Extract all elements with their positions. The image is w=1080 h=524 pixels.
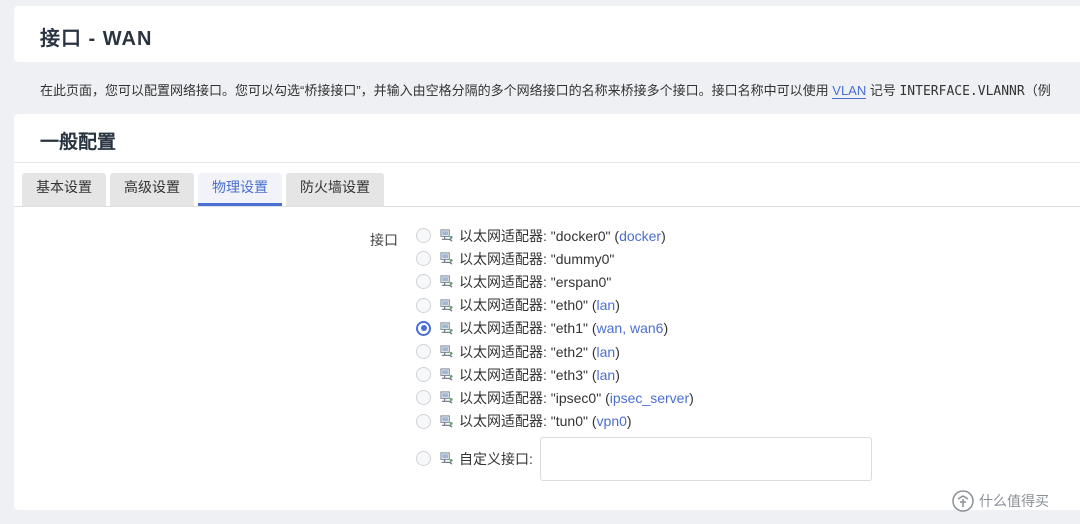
- interface-label: 接口: [370, 232, 398, 248]
- radio-button[interactable]: [416, 297, 431, 313]
- network-link[interactable]: lan: [597, 344, 616, 360]
- ethernet-icon: [440, 229, 453, 242]
- option-label: 以太网适配器: "tun0" (: [459, 413, 597, 430]
- option-close: ): [615, 366, 620, 383]
- radio-button[interactable]: [416, 390, 431, 406]
- interface-option-tun0[interactable]: 以太网适配器: "tun0" (vpn0): [416, 410, 694, 433]
- tab-basic-settings[interactable]: 基本设置: [22, 173, 106, 206]
- interface-option-docker0[interactable]: 以太网适配器: "docker0" (docker): [416, 224, 694, 247]
- option-label: 以太网适配器: "eth2" (: [459, 343, 597, 360]
- option-close: ): [661, 227, 666, 244]
- radio-button[interactable]: [416, 228, 431, 244]
- radio-button-selected[interactable]: [416, 320, 431, 336]
- ethernet-icon: [440, 415, 453, 428]
- tab-divider: [14, 206, 1080, 207]
- option-label: 以太网适配器: "eth3" (: [459, 366, 597, 383]
- network-link[interactable]: lan: [597, 367, 616, 383]
- interface-options: 以太网适配器: "docker0" (docker) 以太网适配器: "dumm…: [416, 224, 872, 481]
- interface-option-eth3[interactable]: 以太网适配器: "eth3" (lan): [416, 363, 694, 386]
- network-link[interactable]: ipsec_server: [610, 390, 689, 406]
- watermark-text: 什么值得买: [979, 493, 1049, 509]
- page-title: 接口 - WAN: [40, 28, 153, 50]
- page-description: 在此页面，您可以配置网络接口。您可以勾选“桥接接口”，并输入由空格分隔的多个网络…: [40, 80, 1080, 99]
- description-middle: 记号: [866, 83, 900, 98]
- option-label: 以太网适配器: "eth0" (: [459, 297, 597, 314]
- description-prefix: 在此页面，您可以配置网络接口。您可以勾选“桥接接口”，并输入由空格分隔的多个网络…: [40, 83, 833, 98]
- page-header: 接口 - WAN: [14, 6, 1080, 62]
- interface-option-erspan0[interactable]: 以太网适配器: "erspan0": [416, 270, 694, 293]
- option-close: ): [615, 343, 620, 360]
- ethernet-icon: [440, 275, 453, 289]
- tab-firewall-settings[interactable]: 防火墙设置: [286, 173, 384, 206]
- interface-option-eth1[interactable]: 以太网适配器: "eth1" (wan, wan6): [416, 317, 694, 340]
- radio-button[interactable]: [416, 344, 431, 360]
- custom-interface-input[interactable]: [540, 436, 872, 481]
- ethernet-icon: [440, 345, 453, 358]
- network-link[interactable]: wan, wan6: [597, 320, 664, 336]
- ethernet-icon: [440, 322, 453, 335]
- tab-advanced-settings[interactable]: 高级设置: [110, 173, 194, 206]
- ethernet-icon: [440, 452, 453, 465]
- custom-interface-label: 自定义接口:: [459, 450, 533, 467]
- option-label: 以太网适配器: "eth1" (: [459, 320, 597, 337]
- radio-button[interactable]: [416, 451, 431, 467]
- interface-option-ipsec0[interactable]: 以太网适配器: "ipsec0" (ipsec_server): [416, 386, 694, 409]
- interface-option-eth2[interactable]: 以太网适配器: "eth2" (lan): [416, 340, 694, 363]
- interface-option-custom[interactable]: 自定义接口:: [416, 436, 872, 481]
- radio-button[interactable]: [416, 413, 431, 429]
- option-close: ): [615, 297, 620, 314]
- description-suffix: （例: [1024, 83, 1051, 98]
- option-label: 以太网适配器: "dummy0": [459, 250, 615, 267]
- network-link[interactable]: vpn0: [597, 413, 627, 429]
- radio-button[interactable]: [416, 251, 431, 267]
- interface-option-dummy0[interactable]: 以太网适配器: "dummy0": [416, 247, 694, 270]
- tab-bar: 基本设置 高级设置 物理设置 防火墙设置: [22, 173, 384, 206]
- interface-option-eth0[interactable]: 以太网适配器: "eth0" (lan): [416, 294, 694, 317]
- ethernet-icon: [440, 391, 453, 404]
- ethernet-icon: [440, 299, 453, 312]
- smzdm-logo-icon: [952, 490, 974, 512]
- vlan-link[interactable]: VLAN: [832, 83, 867, 99]
- radio-button[interactable]: [416, 367, 431, 383]
- tab-physical-settings[interactable]: 物理设置: [198, 173, 282, 206]
- watermark: 什么值得买: [952, 490, 1049, 512]
- general-config-card: 一般配置 基本设置 高级设置 物理设置 防火墙设置 接口 以太网适配器: "do…: [14, 114, 1080, 510]
- option-label: 以太网适配器: "ipsec0" (: [459, 389, 610, 406]
- ethernet-icon: [440, 368, 453, 381]
- ethernet-icon: [440, 252, 453, 265]
- option-close: ): [626, 413, 632, 430]
- option-label: 以太网适配器: "erspan0": [459, 273, 612, 290]
- option-close: ): [663, 320, 669, 337]
- section-title: 一般配置: [40, 132, 117, 153]
- section-divider: [14, 162, 1080, 163]
- option-label: 以太网适配器: "docker0" (: [459, 227, 620, 244]
- option-close: ): [689, 389, 694, 406]
- network-link[interactable]: lan: [597, 297, 616, 313]
- description-code: INTERFACE.VLANNR: [899, 84, 1025, 99]
- network-link[interactable]: docker: [619, 228, 661, 244]
- radio-button[interactable]: [416, 274, 431, 290]
